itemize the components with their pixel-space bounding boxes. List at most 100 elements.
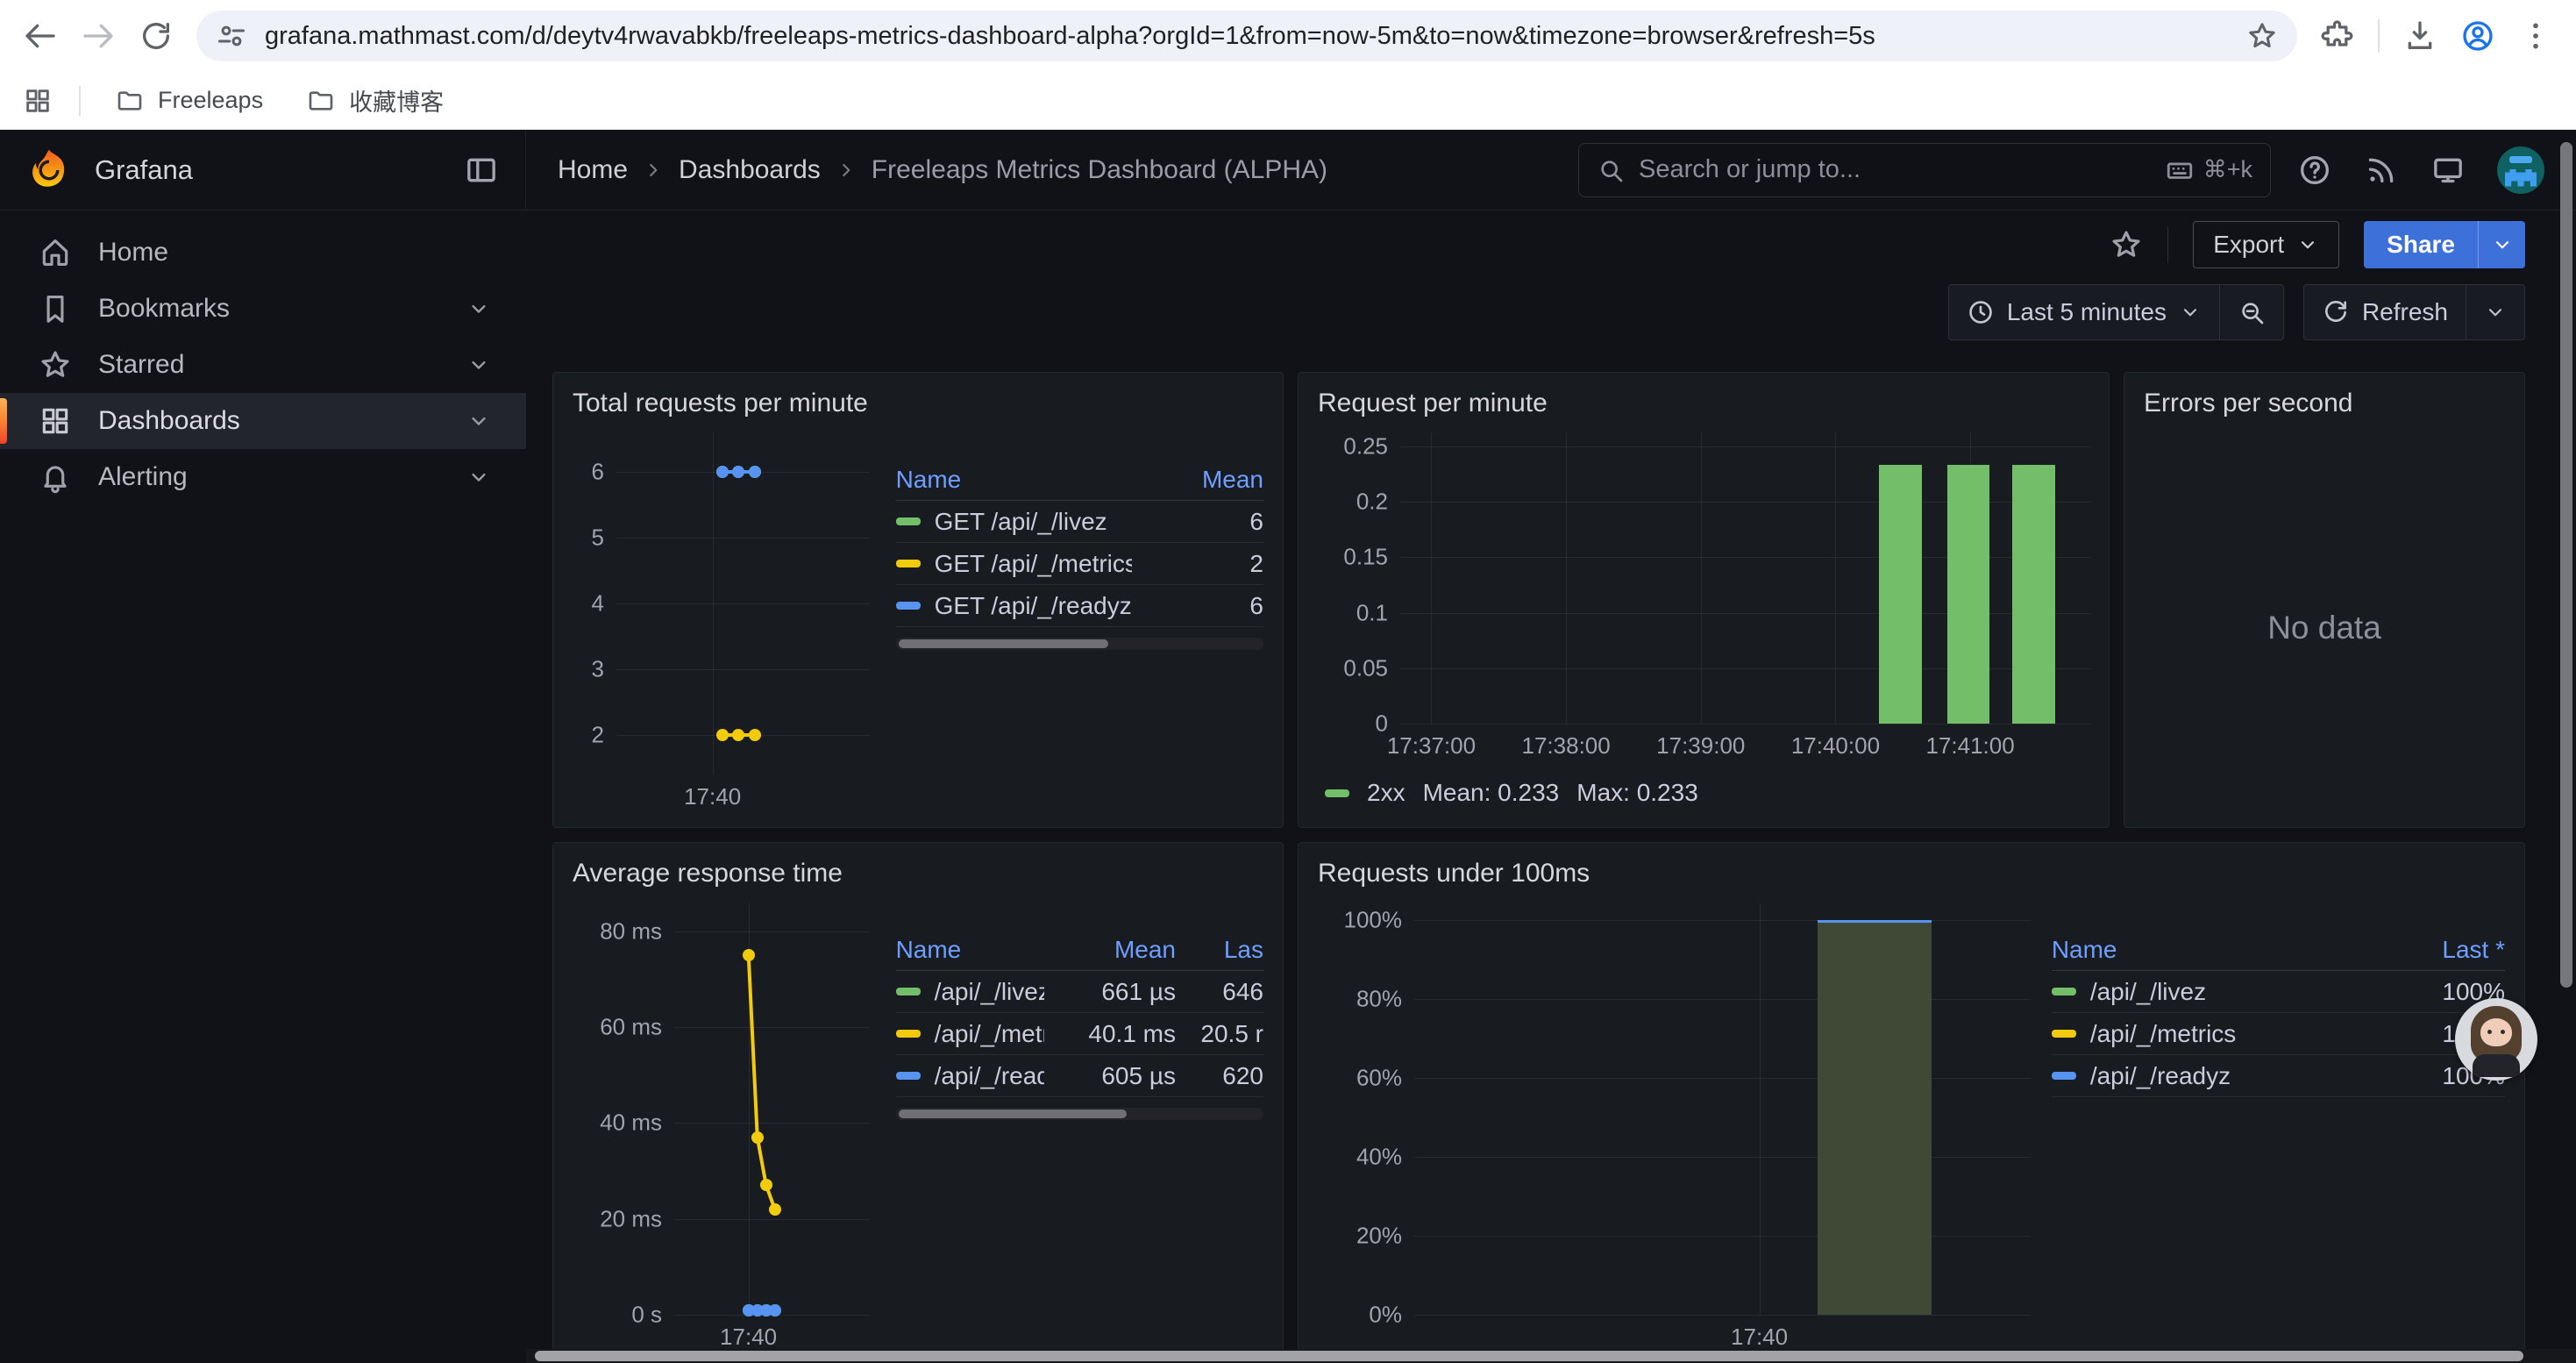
legend-scrollbar[interactable]: [896, 638, 1263, 650]
url-text[interactable]: grafana.mathmast.com/d/deytv4rwavabkb/fr…: [265, 22, 2229, 51]
chevron-down-icon[interactable]: [466, 465, 491, 489]
col-header-last[interactable]: Las: [1176, 936, 1263, 964]
legend-row[interactable]: /api/_/livez 100%: [2052, 971, 2505, 1013]
plot-area[interactable]: [674, 903, 870, 1315]
help-icon[interactable]: [2297, 153, 2332, 188]
series-name[interactable]: 2xx: [1367, 779, 1405, 807]
sidebar-item-alerting[interactable]: Alerting: [0, 449, 526, 505]
legend-row[interactable]: GET /api/_/livez 6: [896, 501, 1263, 543]
plot-area[interactable]: [1400, 432, 2091, 724]
breadcrumb-current: Freeleaps Metrics Dashboard (ALPHA): [872, 155, 1327, 185]
legend-row[interactable]: GET /api/_/readyz 6: [896, 585, 1263, 627]
bookmarks-divider: [79, 86, 81, 116]
legend-row[interactable]: GET /api/_/metrics 2: [896, 543, 1263, 585]
downloads-icon[interactable]: [2402, 18, 2437, 54]
legend-row[interactable]: /api/_/livez 661 µs 646: [896, 971, 1263, 1013]
series-name: GET /api/_/readyz: [935, 592, 1132, 620]
extensions-icon[interactable]: [2320, 18, 2355, 54]
folder-icon: [307, 87, 335, 115]
panel-title[interactable]: Total requests per minute: [553, 373, 1283, 429]
back-icon[interactable]: [23, 18, 58, 54]
sidebar-item-bookmarks[interactable]: Bookmarks: [0, 281, 526, 337]
col-header-name[interactable]: Name: [2052, 936, 2373, 964]
col-header-name[interactable]: Name: [896, 936, 1044, 964]
panel-average-response-time[interactable]: Average response time 80 ms60 ms40 ms20 …: [552, 842, 1284, 1363]
breadcrumb-dashboards[interactable]: Dashboards: [679, 155, 821, 185]
keyboard-shortcut-hint: ⌘+k: [2165, 155, 2252, 185]
plot-area[interactable]: [1414, 903, 2031, 1315]
col-header-mean[interactable]: Mean: [1132, 466, 1263, 494]
export-button[interactable]: Export: [2193, 221, 2339, 268]
assistant-avatar[interactable]: [2455, 998, 2537, 1081]
browser-toolbar: grafana.mathmast.com/d/deytv4rwavabkb/fr…: [0, 0, 2576, 72]
series-mean: 661 µs: [1044, 978, 1176, 1006]
panel-request-per-minute[interactable]: Request per minute 0.250.20.150.10.050 1…: [1298, 372, 2110, 828]
apps-grid-icon[interactable]: [23, 86, 53, 116]
chevron-down-icon: [2484, 301, 2507, 324]
chevron-down-icon: [2179, 301, 2202, 324]
profile-icon[interactable]: [2460, 18, 2495, 54]
panel-title[interactable]: Errors per second: [2124, 373, 2524, 429]
keyboard-icon: [2165, 155, 2195, 185]
vertical-scrollbar-thumb[interactable]: [2560, 142, 2572, 988]
col-header-name[interactable]: Name: [896, 466, 1132, 494]
chevron-down-icon[interactable]: [466, 409, 491, 433]
plot-area[interactable]: [616, 432, 870, 774]
legend-row[interactable]: /api/_/readyz 100%: [2052, 1055, 2505, 1097]
folder-icon: [116, 87, 144, 115]
breadcrumb-home[interactable]: Home: [558, 155, 628, 185]
bookmark-label: 收藏博客: [349, 83, 444, 118]
series-swatch: [2052, 1030, 2076, 1038]
col-header-mean[interactable]: Mean: [1044, 936, 1176, 964]
series-mean: Mean: 0.233: [1423, 779, 1560, 807]
kiosk-monitor-icon[interactable]: [2430, 153, 2466, 188]
site-settings-icon[interactable]: [216, 20, 247, 52]
sidebar-item-home[interactable]: Home: [0, 225, 526, 281]
horizontal-scrollbar-thumb[interactable]: [535, 1351, 2523, 1361]
share-dropdown-button[interactable]: [2478, 221, 2525, 268]
legend-row[interactable]: /api/_/readyz 605 µs 620: [896, 1055, 1263, 1097]
zoom-out-button[interactable]: [2219, 285, 2283, 339]
bookmark-folder-freeleaps[interactable]: Freeleaps: [107, 80, 272, 122]
grafana-logo[interactable]: [26, 147, 72, 193]
y-axis: 0.250.20.150.10.050: [1316, 432, 1400, 724]
time-range-picker[interactable]: Last 5 minutes: [1949, 285, 2219, 339]
refresh-button[interactable]: Refresh: [2304, 285, 2466, 339]
dashboard-subheader: Export Share: [552, 216, 2525, 274]
news-rss-icon[interactable]: [2364, 153, 2399, 188]
panel-title[interactable]: Requests under 100ms: [1299, 843, 2524, 899]
series-swatch: [1325, 789, 1349, 797]
horizontal-scrollbar[interactable]: [526, 1349, 2576, 1363]
bookmark-star-icon[interactable]: [2246, 20, 2278, 52]
bell-icon: [39, 460, 72, 494]
bookmark-folder-blogs[interactable]: 收藏博客: [298, 80, 452, 122]
search-input[interactable]: [1639, 155, 2151, 184]
panel-requests-under-100ms[interactable]: Requests under 100ms 100%80%60%40%20%0% …: [1298, 842, 2525, 1363]
sidebar-item-dashboards[interactable]: Dashboards: [0, 393, 526, 449]
sidebar-item-starred[interactable]: Starred: [0, 337, 526, 393]
share-button[interactable]: Share: [2364, 221, 2478, 268]
user-avatar[interactable]: [2497, 146, 2544, 194]
favorite-star-icon[interactable]: [2110, 228, 2143, 261]
chevron-down-icon[interactable]: [466, 353, 491, 377]
legend-scrollbar[interactable]: [896, 1108, 1263, 1120]
panel-title[interactable]: Request per minute: [1299, 373, 2109, 429]
panel-errors-per-second[interactable]: Errors per second No data: [2124, 372, 2525, 828]
no-data-message: No data: [2124, 429, 2524, 827]
forward-icon[interactable]: [81, 18, 116, 54]
address-bar[interactable]: grafana.mathmast.com/d/deytv4rwavabkb/fr…: [196, 11, 2297, 61]
vertical-scrollbar[interactable]: [2558, 130, 2574, 1363]
chart-legend: 2xx Mean: 0.233 Max: 0.233: [1316, 767, 2091, 818]
legend-row[interactable]: /api/_/metrics 40.1 ms 20.5 r: [896, 1013, 1263, 1055]
legend-row[interactable]: /api/_/metrics 100%: [2052, 1013, 2505, 1055]
menu-kebab-icon[interactable]: [2518, 18, 2553, 54]
search-box[interactable]: ⌘+k: [1578, 143, 2271, 197]
reload-icon[interactable]: [139, 18, 174, 54]
sidebar-toggle-icon[interactable]: [464, 153, 499, 188]
series-name: /api/_/readyz: [2090, 1062, 2231, 1090]
panel-total-requests[interactable]: Total requests per minute 65432 17:40: [552, 372, 1284, 828]
panel-title[interactable]: Average response time: [553, 843, 1283, 899]
col-header-last[interactable]: Last *: [2373, 936, 2505, 964]
refresh-interval-dropdown[interactable]: [2466, 285, 2524, 339]
chevron-down-icon[interactable]: [466, 296, 491, 321]
